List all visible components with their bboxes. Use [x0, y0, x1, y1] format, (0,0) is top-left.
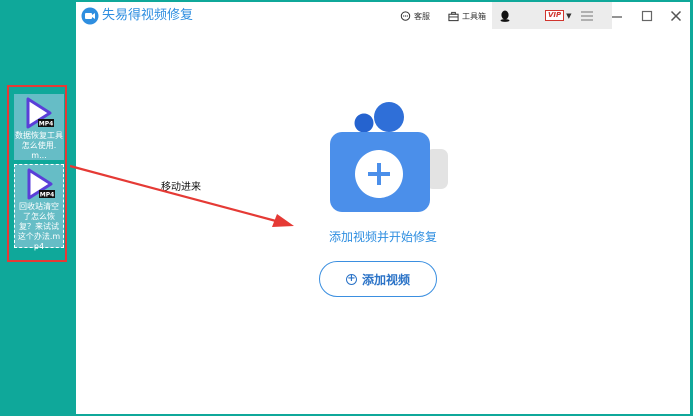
menu-icon[interactable]: [579, 8, 595, 24]
mp4-badge: MP4: [39, 121, 54, 128]
mp4-file-icon: MP4: [26, 97, 54, 129]
toolbox-button[interactable]: 工具箱: [448, 9, 486, 23]
add-video-button[interactable]: + 添加视频: [319, 261, 437, 297]
title-bar: 失易得视频修复 客服 工具箱 VIP ▼: [76, 2, 690, 29]
video-camera-add-icon[interactable]: [328, 102, 452, 216]
add-video-label: 添加视频: [361, 272, 410, 287]
support-label: 客服: [414, 11, 430, 21]
vip-menu[interactable]: VIP ▼: [545, 10, 572, 21]
minimize-icon[interactable]: [609, 8, 625, 24]
chat-icon: [400, 10, 411, 21]
maximize-icon[interactable]: [639, 8, 655, 24]
mp4-badge: MP4: [40, 192, 55, 199]
add-prompt-text: 添加视频并开始修复: [328, 230, 437, 244]
caret-down-icon: ▼: [566, 11, 572, 20]
app-logo-icon: [81, 7, 99, 25]
app-title: 失易得视频修复: [102, 8, 194, 23]
desktop-file-2[interactable]: MP4 回收站清空了怎么恢复？来试试这个办法.mp4: [14, 164, 64, 251]
vip-badge: VIP: [545, 10, 565, 21]
drag-selection-box: MP4 数据恢复工具怎么使用.m... MP4 回收站清空了怎么恢复？来试试这个…: [7, 85, 67, 262]
annotation-label: 移动进来: [161, 182, 201, 193]
desktop-file-name: 回收站清空了怎么恢复？来试试这个办法.mp4: [17, 202, 61, 251]
desktop-file-name: 数据恢复工具怎么使用.m...: [15, 131, 63, 160]
toolbox-icon: [448, 11, 459, 21]
close-icon[interactable]: [668, 8, 684, 24]
qq-penguin-icon: [500, 10, 510, 22]
toolbox-label: 工具箱: [462, 11, 486, 21]
mp4-file-icon: MP4: [27, 168, 55, 200]
app-window: 失易得视频修复 客服 工具箱 VIP ▼ 添加视频并开始修复 + 添加视频: [76, 2, 690, 414]
support-button[interactable]: 客服: [400, 9, 430, 23]
plus-circle-icon: +: [345, 273, 357, 285]
desktop-file-1[interactable]: MP4 数据恢复工具怎么使用.m...: [14, 94, 64, 160]
